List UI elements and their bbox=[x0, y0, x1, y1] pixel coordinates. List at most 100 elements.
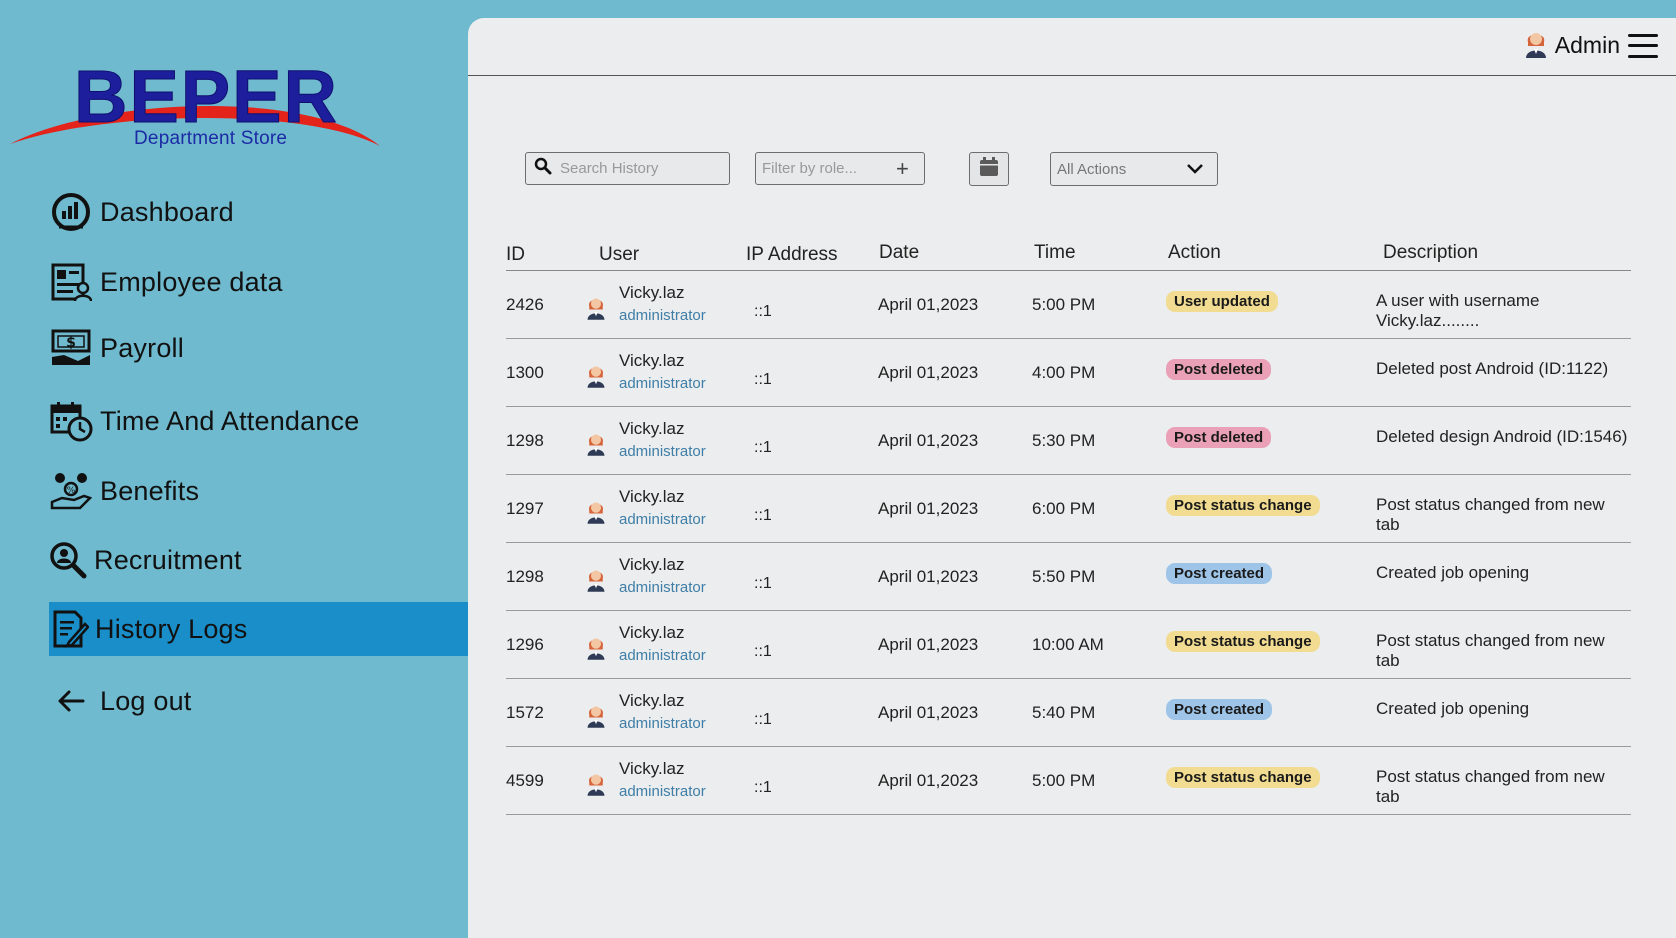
row-role: administrator bbox=[619, 783, 706, 800]
calendar-clock-icon bbox=[48, 398, 94, 444]
row-date: April 01,2023 bbox=[878, 635, 979, 654]
row-date: April 01,2023 bbox=[878, 771, 979, 790]
row-role: administrator bbox=[619, 579, 706, 596]
action-badge: Post deleted bbox=[1166, 427, 1272, 448]
row-time: 5:00 PM bbox=[1032, 771, 1096, 790]
row-username: Vicky.laz bbox=[619, 419, 685, 438]
row-id: 1298 bbox=[506, 567, 544, 586]
row-description: Deleted design Android (ID:1546) bbox=[1376, 427, 1628, 446]
row-user: Vicky.laz administrator bbox=[619, 351, 706, 392]
row-ip: ::1 bbox=[754, 575, 772, 592]
table-header: ID User IP Address Date Time Action Desc… bbox=[506, 238, 1631, 271]
row-role: administrator bbox=[619, 443, 706, 460]
sidebar-item-time-and-attendance[interactable]: Time And Attendance bbox=[48, 392, 468, 450]
row-role: administrator bbox=[619, 375, 706, 392]
table-row[interactable]: 4599 Vicky.laz administrator ::1 April 0… bbox=[506, 747, 1631, 815]
history-logs-icon bbox=[49, 606, 89, 652]
row-action: Post deleted bbox=[1166, 427, 1272, 448]
row-description: Created job opening bbox=[1376, 563, 1530, 582]
header-time: Time bbox=[1034, 242, 1076, 263]
sidebar-item-label: Recruitment bbox=[94, 544, 242, 575]
row-ip: ::1 bbox=[754, 779, 772, 796]
row-role: administrator bbox=[619, 511, 706, 528]
row-role: administrator bbox=[619, 307, 706, 324]
table-row[interactable]: 1298 Vicky.laz administrator ::1 April 0… bbox=[506, 407, 1631, 475]
header-action: Action bbox=[1168, 242, 1221, 263]
sidebar: BEPER Department Store Dashboard Employe… bbox=[0, 0, 469, 938]
sidebar-item-recruitment[interactable]: Recruitment bbox=[48, 531, 468, 589]
sidebar-item-history-logs[interactable]: History Logs bbox=[49, 602, 469, 656]
row-ip: ::1 bbox=[754, 371, 772, 388]
row-date: April 01,2023 bbox=[878, 567, 979, 586]
row-action: User updated bbox=[1166, 291, 1278, 312]
row-id: 1300 bbox=[506, 363, 544, 382]
role-filter-field[interactable]: + bbox=[755, 152, 925, 185]
row-date: April 01,2023 bbox=[878, 431, 979, 450]
role-filter-input[interactable] bbox=[760, 159, 890, 178]
brand-logo: BEPER Department Store bbox=[8, 57, 408, 158]
row-action: Post deleted bbox=[1166, 359, 1272, 380]
row-username: Vicky.laz bbox=[619, 555, 685, 574]
action-badge: Post deleted bbox=[1166, 359, 1272, 380]
action-badge: Post created bbox=[1166, 563, 1273, 584]
row-time: 5:50 PM bbox=[1032, 567, 1096, 586]
user-avatar-icon bbox=[585, 293, 607, 326]
row-user: Vicky.laz administrator bbox=[619, 419, 706, 460]
svg-text:$: $ bbox=[66, 335, 76, 351]
header-id: ID bbox=[506, 244, 525, 265]
dashboard-gauge-icon bbox=[48, 189, 94, 235]
plus-icon[interactable]: + bbox=[896, 157, 909, 180]
arrow-left-icon bbox=[48, 678, 94, 724]
sidebar-item-label: Payroll bbox=[100, 332, 184, 363]
user-avatar-icon bbox=[585, 361, 607, 394]
row-description: Post status changed from new tab bbox=[1376, 767, 1605, 806]
sidebar-item-benefits[interactable]: % Benefits bbox=[48, 462, 468, 520]
table-row[interactable]: 1572 Vicky.laz administrator ::1 April 0… bbox=[506, 679, 1631, 747]
sidebar-item-label: Employee data bbox=[100, 266, 283, 297]
table-row[interactable]: 1296 Vicky.laz administrator ::1 April 0… bbox=[506, 611, 1631, 679]
user-avatar-icon bbox=[585, 497, 607, 530]
sidebar-item-employee-data[interactable]: Employee data bbox=[48, 253, 468, 311]
admin-menu[interactable]: Admin bbox=[1523, 28, 1658, 63]
row-time: 5:00 PM bbox=[1032, 295, 1096, 314]
row-user: Vicky.laz administrator bbox=[619, 555, 706, 596]
top-bar: Admin bbox=[468, 18, 1676, 76]
table-row[interactable]: 1297 Vicky.laz administrator ::1 April 0… bbox=[506, 475, 1631, 543]
table-row[interactable]: 1300 Vicky.laz administrator ::1 April 0… bbox=[506, 339, 1631, 407]
sidebar-item-dashboard[interactable]: Dashboard bbox=[48, 183, 468, 241]
actions-dropdown[interactable]: All Actions bbox=[1050, 152, 1218, 186]
row-username: Vicky.laz bbox=[619, 623, 685, 642]
action-badge: Post status change bbox=[1166, 495, 1320, 516]
row-username: Vicky.laz bbox=[619, 759, 685, 778]
table-row[interactable]: 2426 Vicky.laz administrator ::1 April 0… bbox=[506, 271, 1631, 339]
row-id: 2426 bbox=[506, 295, 544, 314]
row-action: Post status change bbox=[1166, 767, 1320, 788]
calendar-button[interactable] bbox=[969, 152, 1009, 186]
row-ip: ::1 bbox=[754, 303, 772, 320]
history-table: ID User IP Address Date Time Action Desc… bbox=[506, 238, 1631, 815]
header-description: Description bbox=[1383, 242, 1479, 263]
row-date: April 01,2023 bbox=[878, 499, 979, 518]
row-action: Post status change bbox=[1166, 495, 1320, 516]
row-description: Created job opening bbox=[1376, 699, 1530, 718]
employee-data-icon bbox=[48, 259, 94, 305]
row-username: Vicky.laz bbox=[619, 691, 685, 710]
row-description: Deleted post Android (ID:1122) bbox=[1376, 359, 1609, 378]
header-user: User bbox=[599, 244, 640, 265]
search-history-field[interactable] bbox=[525, 152, 730, 185]
table-row[interactable]: 1298 Vicky.laz administrator ::1 April 0… bbox=[506, 543, 1631, 611]
sidebar-item-label: Log out bbox=[100, 685, 192, 716]
chevron-down-icon bbox=[1187, 161, 1203, 178]
search-input[interactable] bbox=[558, 159, 712, 178]
sidebar-item-payroll[interactable]: $ Payroll bbox=[48, 319, 468, 377]
benefits-hand-icon: % bbox=[48, 468, 94, 514]
user-avatar-icon bbox=[585, 701, 607, 734]
sidebar-item-label: Dashboard bbox=[100, 196, 234, 227]
row-ip: ::1 bbox=[754, 711, 772, 728]
row-role: administrator bbox=[619, 647, 706, 664]
logout-button[interactable]: Log out bbox=[48, 672, 468, 730]
row-action: Post created bbox=[1166, 563, 1273, 584]
hamburger-menu-icon[interactable] bbox=[1628, 33, 1658, 58]
row-username: Vicky.laz bbox=[619, 487, 685, 506]
row-action: Post status change bbox=[1166, 631, 1320, 652]
